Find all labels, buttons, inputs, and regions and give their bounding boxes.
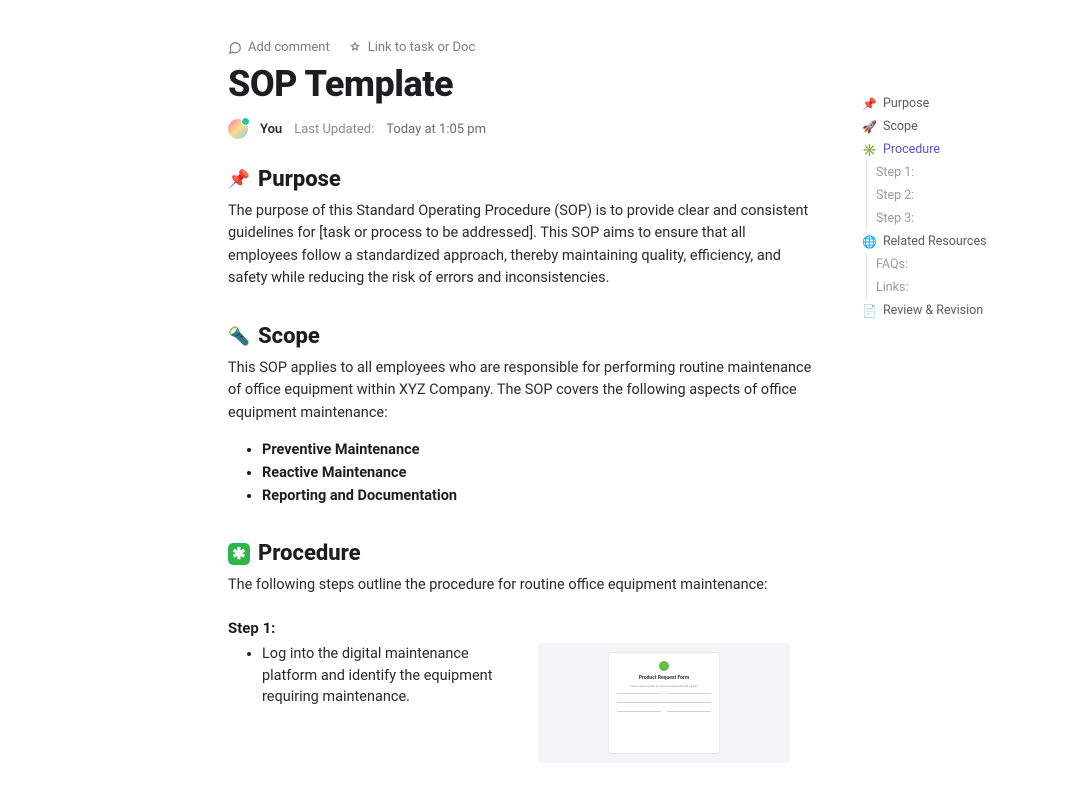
list-item: Reporting and Documentation	[262, 484, 818, 507]
outline-label: Step 3:	[876, 211, 914, 226]
form-thumb-title: Product Request Form	[639, 675, 689, 681]
add-comment-button[interactable]: Add comment	[228, 40, 330, 55]
asterisk-icon: ✱	[228, 543, 250, 565]
outline-label: Purpose	[883, 96, 929, 111]
outline-item[interactable]: 📌 Purpose	[862, 92, 1032, 115]
outline-subitem[interactable]: Step 3:	[862, 207, 1032, 230]
outline-label: Procedure	[883, 142, 940, 157]
outline-label: FAQs:	[876, 257, 908, 272]
outline-label: Review & Revision	[883, 303, 983, 318]
outline-item[interactable]: 🚀 Scope	[862, 115, 1032, 138]
page-title: SOP Template	[228, 63, 818, 105]
step1-list: Log into the digital maintenance platfor…	[228, 643, 508, 708]
section-procedure: ✱ Procedure The following steps outline …	[228, 541, 818, 762]
outline-emoji-icon: 📌	[862, 97, 877, 111]
doc-meta: You Last Updated: Today at 1:05 pm	[228, 119, 818, 139]
outline-emoji-icon: ✳️	[862, 143, 877, 157]
outline-label: Links:	[876, 280, 909, 295]
procedure-heading: ✱ Procedure	[228, 541, 818, 566]
scope-heading-text: Scope	[258, 324, 320, 349]
scope-body: This SOP applies to all employees who ar…	[228, 357, 818, 424]
flashlight-icon: 🔦	[228, 325, 250, 347]
outline-label: Step 1:	[876, 165, 914, 180]
outline-label: Step 2:	[876, 188, 914, 203]
form-card: Product Request Form Lorem ipsum dolor s…	[609, 653, 719, 753]
outline-subitem[interactable]: Step 1:	[862, 161, 1032, 184]
comment-icon	[228, 41, 242, 55]
link-icon	[348, 41, 362, 55]
outline-subitem[interactable]: Step 2:	[862, 184, 1032, 207]
list-item: Reactive Maintenance	[262, 461, 818, 484]
outline-emoji-icon: 📄	[862, 304, 877, 318]
outline-subitem[interactable]: Links:	[862, 276, 1032, 299]
document-main: Add comment Link to task or Doc SOP Temp…	[228, 40, 818, 797]
updated-label: Last Updated:	[294, 122, 374, 137]
outline-nav: 📌 Purpose 🚀 Scope ✳️ Procedure Step 1: Step 2: S…	[862, 92, 1032, 322]
outline-label: Related Resources	[883, 234, 987, 249]
pushpin-icon: 📌	[228, 169, 250, 191]
outline-item[interactable]: ✳️ Procedure	[862, 138, 1032, 161]
outline-emoji-icon: 🌐	[862, 235, 877, 249]
outline-label: Scope	[883, 119, 918, 134]
section-purpose: 📌 Purpose The purpose of this Standard O…	[228, 167, 818, 290]
purpose-heading-text: Purpose	[258, 167, 341, 192]
link-doc-button[interactable]: Link to task or Doc	[348, 40, 476, 55]
link-doc-label: Link to task or Doc	[368, 40, 476, 55]
add-comment-label: Add comment	[248, 40, 330, 55]
updated-value: Today at 1:05 pm	[386, 122, 486, 137]
form-thumbnail[interactable]: Product Request Form Lorem ipsum dolor s…	[538, 643, 790, 763]
list-item: Log into the digital maintenance platfor…	[262, 643, 508, 708]
scope-list: Preventive Maintenance Reactive Maintena…	[228, 438, 818, 507]
form-thumb-text: Lorem ipsum dolor sit amet consectetur e…	[630, 685, 698, 689]
outline-item[interactable]: 📄 Review & Revision	[862, 299, 1032, 322]
avatar[interactable]	[228, 119, 248, 139]
outline-subitem[interactable]: FAQs:	[862, 253, 1032, 276]
section-scope: 🔦 Scope This SOP applies to all employee…	[228, 324, 818, 507]
purpose-body: The purpose of this Standard Operating P…	[228, 200, 818, 290]
purpose-heading: 📌 Purpose	[228, 167, 818, 192]
outline-emoji-icon: 🚀	[862, 120, 877, 134]
procedure-heading-text: Procedure	[258, 541, 361, 566]
author-name: You	[260, 122, 282, 137]
scope-heading: 🔦 Scope	[228, 324, 818, 349]
step1-row: Log into the digital maintenance platfor…	[228, 643, 818, 763]
form-avatar-icon	[659, 661, 669, 671]
procedure-body: The following steps outline the procedur…	[228, 574, 818, 596]
list-item: Preventive Maintenance	[262, 438, 818, 461]
outline-item[interactable]: 🌐 Related Resources	[862, 230, 1032, 253]
doc-toolbar: Add comment Link to task or Doc	[228, 40, 818, 55]
step1-label: Step 1:	[228, 619, 818, 637]
